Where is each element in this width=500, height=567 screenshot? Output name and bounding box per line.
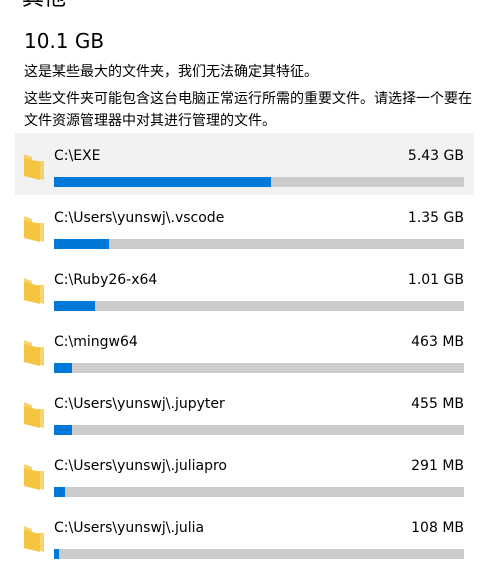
- storage-usage-page: { "page": { "heading": "其他", "total_size…: [0, 0, 500, 559]
- folder-path: C:\Users\yunswj\.jupyter: [54, 396, 225, 412]
- usage-bar: [54, 239, 464, 249]
- usage-bar: [54, 487, 464, 497]
- total-size: 10.1 GB: [24, 29, 105, 53]
- description-text-detail: 这些文件夹可能包含这台电脑正常运行所需的重要文件。请选择一个要在文件资源管理器中…: [24, 91, 472, 129]
- folder-size: 5.43 GB: [407, 148, 464, 164]
- usage-bar: [54, 363, 464, 373]
- folder-path: C:\mingw64: [54, 334, 138, 350]
- folder-row[interactable]: C:\Users\yunswj\.julia 108 MB: [15, 505, 474, 567]
- folder-icon: [21, 275, 47, 305]
- folder-icon: [21, 337, 47, 367]
- description-text: 这是某些最大的文件夹，我们无法确定其特征。: [24, 64, 318, 80]
- folder-row[interactable]: C:\Users\yunswj\.vscode 1.35 GB: [15, 195, 474, 257]
- folder-path: C:\Ruby26-x64: [54, 272, 158, 288]
- folder-size: 1.35 GB: [407, 210, 464, 226]
- folder-size: 463 MB: [411, 334, 464, 350]
- folder-size: 455 MB: [411, 396, 464, 412]
- usage-bar: [54, 425, 464, 435]
- usage-bar: [54, 177, 464, 187]
- folder-list: C:\EXE 5.43 GB C:\Users\yunswj\.vscode 1.35…: [15, 133, 474, 567]
- usage-bar-fill: [54, 425, 73, 435]
- folder-row[interactable]: C:\EXE 5.43 GB: [15, 133, 474, 195]
- page-title: 其他: [22, 0, 66, 10]
- usage-bar: [54, 301, 464, 311]
- folder-size: 1.01 GB: [407, 272, 464, 288]
- folder-icon: [21, 523, 47, 553]
- usage-bar-fill: [54, 487, 66, 497]
- folder-icon: [21, 213, 47, 243]
- folder-row[interactable]: C:\Users\yunswj\.jupyter 455 MB: [15, 381, 474, 443]
- folder-icon: [21, 461, 47, 491]
- folder-path: C:\EXE: [54, 148, 101, 164]
- folder-size: 108 MB: [411, 520, 464, 536]
- folder-icon: [21, 151, 47, 181]
- folder-row[interactable]: C:\Ruby26-x64 1.01 GB: [15, 257, 474, 319]
- usage-bar-fill: [54, 239, 109, 249]
- usage-bar-fill: [54, 363, 73, 373]
- usage-bar-fill: [54, 301, 95, 311]
- usage-bar-fill: [54, 549, 59, 559]
- folder-row[interactable]: C:\mingw64 463 MB: [15, 319, 474, 381]
- folder-size: 291 MB: [411, 458, 464, 474]
- folder-icon: [21, 399, 47, 429]
- folder-row[interactable]: C:\Users\yunswj\.juliapro 291 MB: [15, 443, 474, 505]
- folder-path: C:\Users\yunswj\.vscode: [54, 210, 225, 226]
- usage-bar: [54, 549, 464, 559]
- folder-path: C:\Users\yunswj\.juliapro: [54, 458, 227, 474]
- folder-path: C:\Users\yunswj\.julia: [54, 520, 205, 536]
- usage-bar-fill: [54, 177, 272, 187]
